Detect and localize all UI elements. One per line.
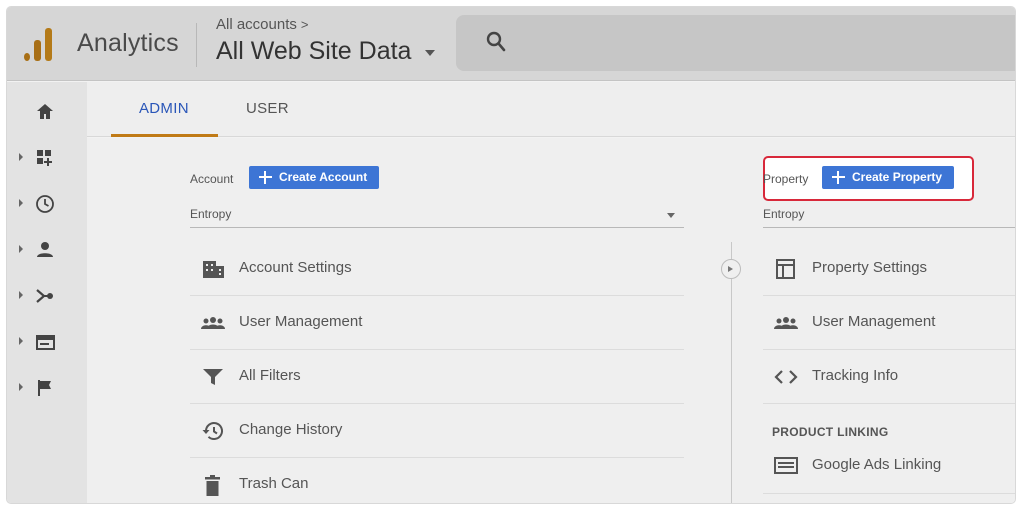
home-icon (37, 104, 53, 119)
expand-arrow-icon (19, 245, 23, 253)
app-name: Analytics (77, 29, 179, 57)
rail-item-home[interactable] (7, 92, 87, 132)
clock-icon (36, 195, 54, 213)
expand-arrow-icon (19, 153, 23, 161)
rail-item-acquisition[interactable] (7, 276, 87, 316)
column-divider (731, 242, 732, 503)
create-account-button[interactable]: Create Account (249, 166, 380, 189)
search-icon[interactable] (486, 31, 506, 53)
menu-item-property-user-management[interactable]: User Management (763, 296, 1015, 350)
expand-arrow-icon (19, 291, 23, 299)
breadcrumb-chevron-icon: > (300, 17, 309, 32)
left-nav-rail (7, 82, 87, 503)
flag-icon (38, 380, 51, 396)
rail-item-conversions[interactable] (7, 368, 87, 408)
menu-item-tracking-info[interactable]: Tracking Info (763, 350, 1015, 404)
menu-item-label: Trash Can (239, 475, 309, 492)
dashboard-icon (37, 150, 52, 166)
analytics-admin-screen: Analytics All accounts > All Web Site Dat… (7, 7, 1015, 503)
acquisition-icon (36, 289, 53, 303)
view-selector[interactable]: All Web Site Data (216, 37, 411, 66)
building-icon (203, 261, 224, 278)
behavior-icon (36, 335, 55, 350)
account-selector-underline (190, 227, 684, 228)
menu-item-property-settings[interactable]: Property Settings (763, 242, 1015, 296)
tab-user[interactable]: USER (246, 100, 289, 117)
plus-icon (259, 171, 272, 184)
admin-tabs: ADMIN USER (87, 82, 1015, 137)
rail-item-customization[interactable] (7, 138, 87, 178)
caret-down-icon[interactable] (425, 50, 435, 56)
menu-item-label: Google Ads Linking (812, 456, 942, 473)
menu-item-trash-can[interactable]: Trash Can (190, 458, 684, 503)
history-icon (202, 422, 223, 440)
ads-icon (774, 457, 798, 474)
analytics-logo-icon[interactable] (24, 27, 54, 61)
account-label: Account (190, 172, 234, 186)
account-dropdown-icon[interactable] (667, 213, 675, 218)
menu-item-label: Property Settings (812, 259, 928, 276)
rail-item-realtime[interactable] (7, 184, 87, 224)
column-arrow-icon[interactable] (721, 259, 741, 279)
menu-item-label: Change History (239, 421, 343, 438)
active-tab-indicator (111, 134, 218, 137)
users-icon (201, 317, 225, 329)
expand-arrow-icon (19, 383, 23, 391)
menu-item-change-history[interactable]: Change History (190, 404, 684, 458)
account-selector[interactable]: Entropy (190, 207, 231, 221)
menu-item-label: All Filters (239, 367, 301, 384)
rail-item-behavior[interactable] (7, 322, 87, 362)
trash-icon (205, 475, 220, 496)
code-icon (774, 370, 798, 384)
settings-panel-icon (776, 259, 795, 279)
property-selector-underline (763, 227, 1015, 228)
menu-item-google-ads-linking[interactable]: Google Ads Linking (763, 440, 1015, 494)
top-bar: Analytics All accounts > All Web Site Dat… (7, 7, 1015, 81)
person-icon (37, 242, 53, 257)
expand-arrow-icon (19, 199, 23, 207)
admin-content: Account Create Account Entropy Account S… (87, 138, 1015, 503)
menu-item-all-filters[interactable]: All Filters (190, 350, 684, 404)
create-property-button[interactable]: Create Property (822, 166, 955, 189)
property-label: Property (763, 172, 809, 186)
breadcrumb-label[interactable]: All accounts (216, 16, 297, 33)
filter-icon (203, 369, 223, 385)
menu-item-label: User Management (239, 313, 363, 330)
search-bar[interactable] (456, 15, 1015, 71)
tab-admin[interactable]: ADMIN (139, 100, 189, 117)
rail-item-audience[interactable] (7, 230, 87, 270)
create-account-label: Create Account (279, 170, 368, 184)
property-selector[interactable]: Entropy (763, 207, 804, 221)
menu-item-label: User Management (812, 313, 936, 330)
menu-item-account-settings[interactable]: Account Settings (190, 242, 684, 296)
users-icon (774, 317, 798, 329)
product-linking-heading: PRODUCT LINKING (772, 425, 889, 439)
create-property-label: Create Property (852, 170, 943, 184)
breadcrumb[interactable]: All accounts > (216, 16, 308, 33)
menu-item-account-user-management[interactable]: User Management (190, 296, 684, 350)
plus-icon (832, 171, 845, 184)
header-divider (196, 23, 197, 67)
expand-arrow-icon (19, 337, 23, 345)
menu-item-label: Account Settings (239, 259, 352, 276)
menu-item-label: Tracking Info (812, 367, 899, 384)
